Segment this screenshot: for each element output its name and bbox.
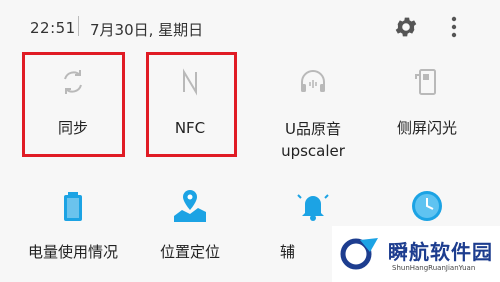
tile-label: 电量使用情况 bbox=[27, 243, 118, 261]
watermark: 瞬航软件园 ShunHangRuanJianYuan bbox=[332, 226, 500, 282]
status-bar: 22:51 7月30日, 星期日 bbox=[0, 0, 500, 48]
divider bbox=[78, 16, 79, 36]
tile-location[interactable]: 位置定位 bbox=[135, 180, 245, 282]
tile-label: 位置定位 bbox=[159, 243, 220, 261]
tile-label-line-1: U品原音 bbox=[285, 120, 341, 138]
tile-label: U品原音 upscaler bbox=[258, 118, 368, 162]
edge-flash-icon bbox=[415, 69, 436, 95]
tile-label: 侧屏闪光 bbox=[396, 119, 457, 137]
gear-icon[interactable] bbox=[393, 14, 419, 40]
watermark-logo-icon bbox=[340, 238, 378, 270]
status-date: 7月30日, 星期日 bbox=[90, 21, 204, 39]
highlight-box-sync bbox=[22, 52, 125, 157]
location-map-icon bbox=[174, 190, 206, 222]
tile-upscaler[interactable]: U品原音 upscaler bbox=[258, 56, 368, 161]
headphones-icon bbox=[301, 70, 325, 92]
watermark-cn-text: 瞬航软件园 bbox=[388, 240, 493, 264]
watermark-en-text: ShunHangRuanJianYuan bbox=[392, 264, 476, 272]
battery-icon bbox=[64, 192, 82, 221]
clock-icon bbox=[412, 191, 442, 221]
tile-battery-usage[interactable]: 电量使用情况 bbox=[18, 180, 128, 282]
tile-edge-flash[interactable]: 侧屏闪光 bbox=[372, 56, 482, 161]
more-options-icon[interactable] bbox=[445, 14, 463, 40]
highlight-box-nfc bbox=[146, 52, 237, 157]
tile-label-line-2: upscaler bbox=[281, 142, 345, 160]
status-time: 22:51 bbox=[30, 19, 76, 37]
bell-icon bbox=[297, 194, 329, 221]
